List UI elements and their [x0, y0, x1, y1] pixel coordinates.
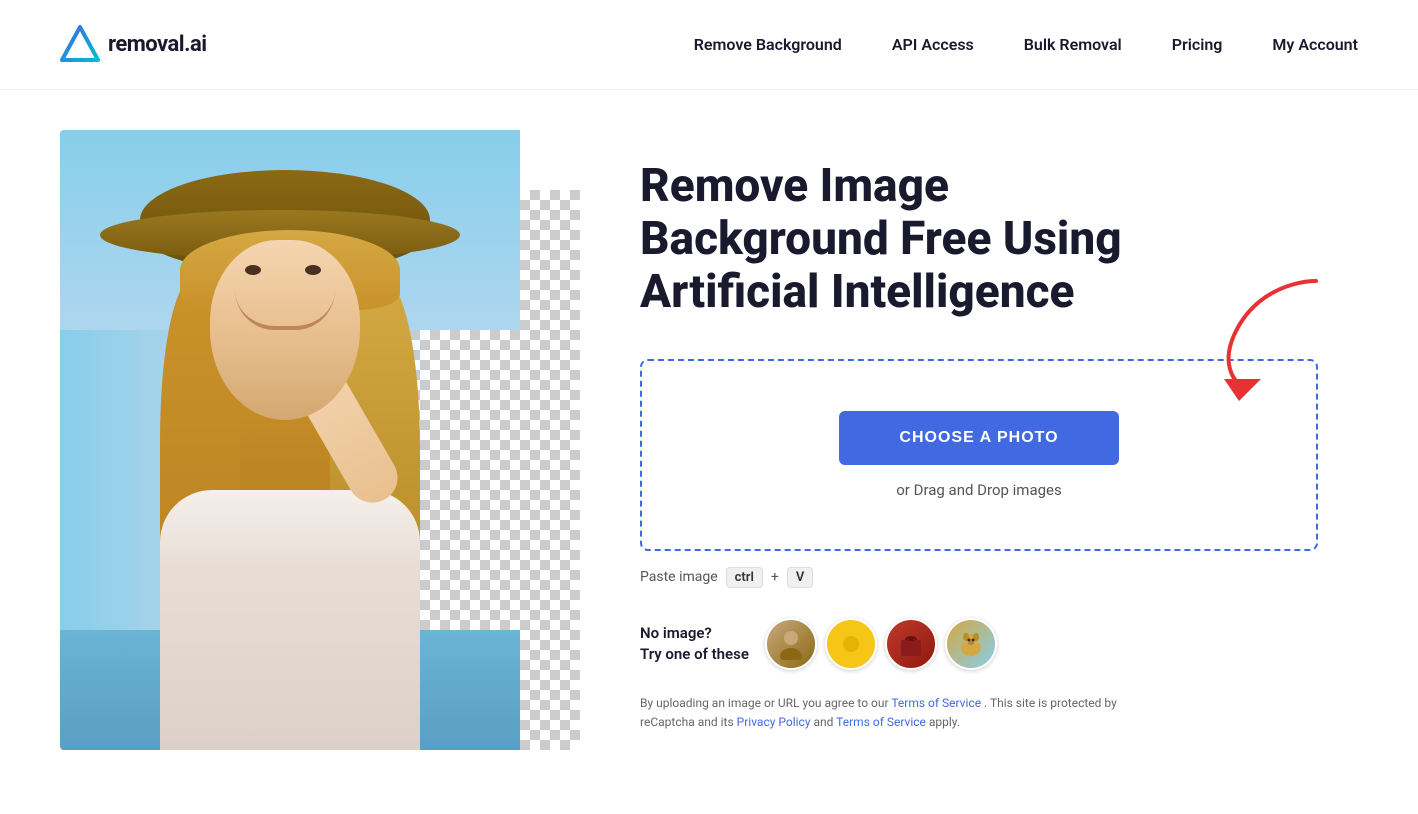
main-nav: Remove Background API Access Bulk Remova… [694, 35, 1358, 54]
v-key: V [787, 567, 813, 588]
sample-label: No image? Try one of these [640, 623, 749, 665]
hero-image-area [0, 130, 580, 770]
sample-section: No image? Try one of these [640, 618, 1318, 670]
sample-images [765, 618, 997, 670]
plus-sign: + [771, 569, 779, 585]
hero-image-container [60, 130, 580, 750]
nav-bulk-removal[interactable]: Bulk Removal [1024, 35, 1122, 54]
hero-title: Remove Image Background Free Using Artif… [640, 160, 1318, 319]
main-content: Remove Image Background Free Using Artif… [0, 90, 1418, 810]
hero-photo [60, 130, 520, 750]
paste-section: Paste image ctrl + V [640, 567, 1318, 588]
privacy-link[interactable]: Privacy Policy [737, 715, 811, 729]
nav-my-account[interactable]: My Account [1272, 35, 1358, 54]
nav-remove-background[interactable]: Remove Background [694, 35, 842, 54]
nav-pricing[interactable]: Pricing [1172, 35, 1223, 54]
sample-thumb-dog[interactable] [945, 618, 997, 670]
upload-drop-zone[interactable]: CHOOSE A PHOTO or Drag and Drop images [640, 359, 1318, 551]
logo-text: removal.ai [108, 32, 207, 57]
drag-drop-text: or Drag and Drop images [896, 481, 1061, 499]
header: removal.ai Remove Background API Access … [0, 0, 1418, 90]
choose-photo-button[interactable]: CHOOSE A PHOTO [839, 411, 1118, 465]
logo-icon [60, 25, 100, 65]
paste-label: Paste image [640, 569, 718, 585]
sample-thumb-bag[interactable] [885, 618, 937, 670]
nav-api-access[interactable]: API Access [892, 35, 974, 54]
content-side: Remove Image Background Free Using Artif… [580, 130, 1358, 762]
terms-link-2[interactable]: Terms of Service [836, 715, 926, 729]
sample-thumb-yellow[interactable] [825, 618, 877, 670]
woman-figure [80, 150, 500, 750]
sample-thumb-person[interactable] [765, 618, 817, 670]
logo[interactable]: removal.ai [60, 25, 207, 65]
ctrl-key: ctrl [726, 567, 763, 588]
footer-text: By uploading an image or URL you agree t… [640, 694, 1120, 732]
terms-link-1[interactable]: Terms of Service [891, 696, 981, 710]
